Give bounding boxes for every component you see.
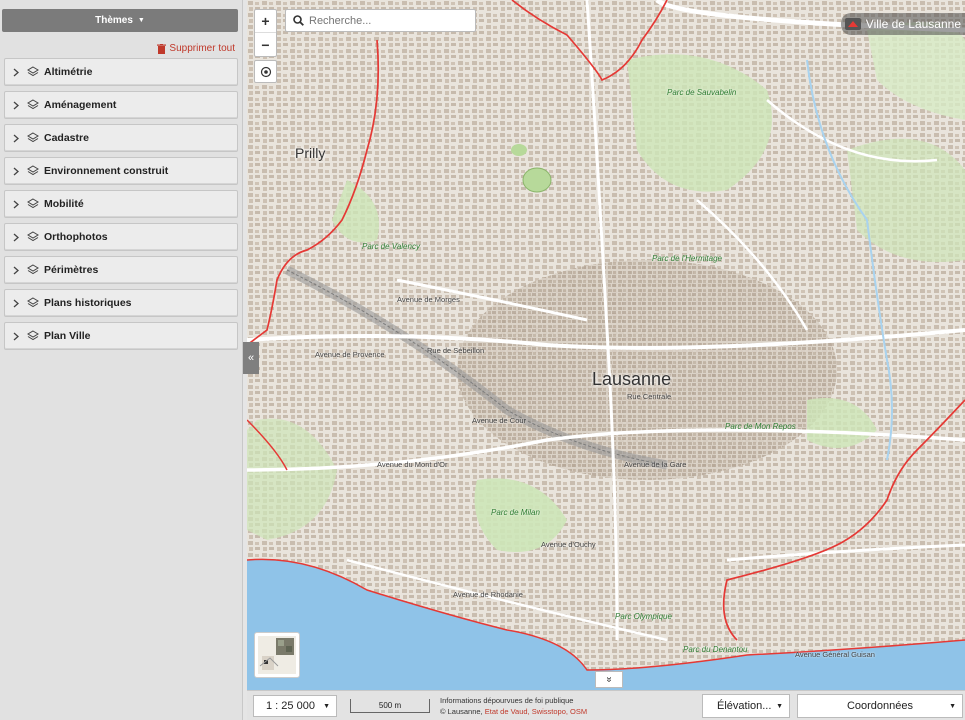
layers-icon <box>27 198 39 210</box>
sidebar: Thèmes ▼ Supprimer tout Altimétrie Aména… <box>0 0 243 720</box>
zoom-control: + − <box>254 9 277 57</box>
elevation-label: Élévation... <box>717 700 772 712</box>
layers-icon <box>27 264 39 276</box>
map-label-av-provence: Avenue de Provence <box>315 350 385 359</box>
zoom-out-button[interactable]: − <box>255 33 276 56</box>
map-label-rue-sebeillon: Rue de Sébeillon <box>427 346 485 355</box>
theme-item-orthophotos[interactable]: Orthophotos <box>4 223 238 251</box>
map-label-prilly: Prilly <box>295 145 326 161</box>
theme-item-plans-historiques[interactable]: Plans historiques <box>4 289 238 317</box>
layers-icon <box>27 165 39 177</box>
zoom-in-button[interactable]: + <box>255 10 276 33</box>
chevron-right-icon <box>13 132 23 144</box>
theme-item-label: Mobilité <box>44 198 84 210</box>
chevron-right-icon <box>13 231 23 243</box>
theme-item-label: Orthophotos <box>44 231 108 243</box>
chevron-right-icon <box>13 264 23 276</box>
search-icon <box>293 15 304 26</box>
chevron-right-icon <box>13 330 23 342</box>
map-background <box>247 0 965 690</box>
map-label-av-mont-dor: Avenue du Mont d'Or <box>377 460 448 469</box>
caret-down-icon: ▼ <box>776 702 783 710</box>
delete-all-button[interactable]: Supprimer tout <box>157 43 235 54</box>
search-input[interactable] <box>309 14 469 27</box>
layers-icon <box>27 231 39 243</box>
map-label-av-gare: Avenue de la Gare <box>624 460 687 469</box>
theme-item-label: Aménagement <box>44 99 117 111</box>
map-label-parc-milan: Parc de Milan <box>491 508 540 517</box>
theme-item-altimetrie[interactable]: Altimétrie <box>4 58 238 86</box>
lausanne-logo-icon <box>844 18 861 30</box>
coordinates-dropdown[interactable]: Coordonnées ▼ <box>797 694 963 718</box>
attribution-sources-link[interactable]: Etat de Vaud, Swisstopo, OSM <box>485 707 587 716</box>
layers-icon <box>27 330 39 342</box>
themes-button-label: Thèmes <box>95 15 133 26</box>
theme-item-perimetres[interactable]: Périmètres <box>4 256 238 284</box>
attribution-disclaimer: Informations dépourvues de foi publique <box>440 696 574 705</box>
elevation-dropdown[interactable]: Élévation... ▼ <box>702 694 790 718</box>
map-label-av-rhodanie: Avenue de Rhodanie <box>453 590 523 599</box>
theme-item-label: Périmètres <box>44 264 99 276</box>
map-label-av-cour: Avenue de Cour <box>472 416 527 425</box>
basemap-switcher[interactable] <box>254 632 300 678</box>
map-label-parc-olympique: Parc Olympique <box>615 612 672 621</box>
map-label-lausanne: Lausanne <box>592 369 672 389</box>
theme-item-environnement-construit[interactable]: Environnement construit <box>4 157 238 185</box>
map-label-parc-mon-repos: Parc de Mon Repos <box>725 422 796 431</box>
city-badge[interactable]: Ville de Lausanne <box>840 13 965 35</box>
map-label-parc-sauvabelin: Parc de Sauvabelin <box>667 88 737 97</box>
scale-value: 1 : 25 000 <box>266 700 315 712</box>
theme-item-label: Cadastre <box>44 132 89 144</box>
attribution-prefix: © Lausanne, <box>440 707 485 716</box>
map-label-parc-valency: Parc de Valency <box>362 242 420 251</box>
theme-list: Altimétrie Aménagement Cadastre Environn… <box>4 58 238 355</box>
map-label-rue-centrale: Rue Centrale <box>627 392 672 401</box>
scale-select[interactable]: 1 : 25 000 ▼ <box>253 695 337 717</box>
layers-icon <box>27 297 39 309</box>
theme-item-mobilite[interactable]: Mobilité <box>4 190 238 218</box>
attribution: Informations dépourvues de foi publique … <box>440 695 587 717</box>
chevron-right-icon <box>13 165 23 177</box>
search-box[interactable] <box>285 9 476 32</box>
theme-item-label: Plan Ville <box>44 330 91 342</box>
caret-down-icon: ▼ <box>323 702 330 710</box>
scale-bar-label: 500 m <box>378 701 402 710</box>
coordinates-label: Coordonnées <box>846 700 914 712</box>
theme-item-label: Environnement construit <box>44 165 169 177</box>
chevron-right-icon <box>13 297 23 309</box>
double-chevron-down-icon: » <box>603 676 615 683</box>
theme-item-plan-ville[interactable]: Plan Ville <box>4 322 238 350</box>
expand-bottom-panel-button[interactable]: » <box>595 671 623 688</box>
city-badge-label: Ville de Lausanne <box>865 17 961 31</box>
themes-dropdown-button[interactable]: Thèmes ▼ <box>2 9 238 32</box>
double-chevron-left-icon: « <box>247 352 255 364</box>
footer-bar: 1 : 25 000 ▼ 500 m Informations dépourvu… <box>247 690 965 720</box>
chevron-right-icon <box>13 66 23 78</box>
theme-item-cadastre[interactable]: Cadastre <box>4 124 238 152</box>
map-label-parc-denantou: Parc du Denantou <box>683 645 748 654</box>
caret-down-icon: ▼ <box>949 702 956 710</box>
crosshair-icon <box>260 66 271 77</box>
map-canvas[interactable]: Lausanne Prilly Parc de Sauvabelin Parc … <box>247 0 965 690</box>
theme-item-label: Altimétrie <box>44 66 93 78</box>
map-label-av-ouchy: Avenue d'Ouchy <box>541 540 596 549</box>
map-label-av-general-guisan: Avenue Général Guisan <box>795 650 875 659</box>
theme-item-label: Plans historiques <box>44 297 132 309</box>
layers-icon <box>27 66 39 78</box>
sidebar-collapse-button[interactable]: « <box>243 342 259 374</box>
theme-item-amenagement[interactable]: Aménagement <box>4 91 238 119</box>
layers-icon <box>27 132 39 144</box>
caret-down-icon: ▼ <box>137 17 145 24</box>
delete-all-label: Supprimer tout <box>169 43 235 54</box>
layers-icon <box>27 99 39 111</box>
map-label-parc-hermitage: Parc de l'Hermitage <box>652 254 722 263</box>
chevron-right-icon <box>13 99 23 111</box>
trash-icon <box>157 43 167 54</box>
chevron-right-icon <box>13 198 23 210</box>
scale-bar: 500 m <box>350 699 430 713</box>
map-label-av-morges: Avenue de Morges <box>397 295 460 304</box>
basemap-thumbnail-icon <box>258 636 296 674</box>
locate-button[interactable] <box>254 60 277 83</box>
